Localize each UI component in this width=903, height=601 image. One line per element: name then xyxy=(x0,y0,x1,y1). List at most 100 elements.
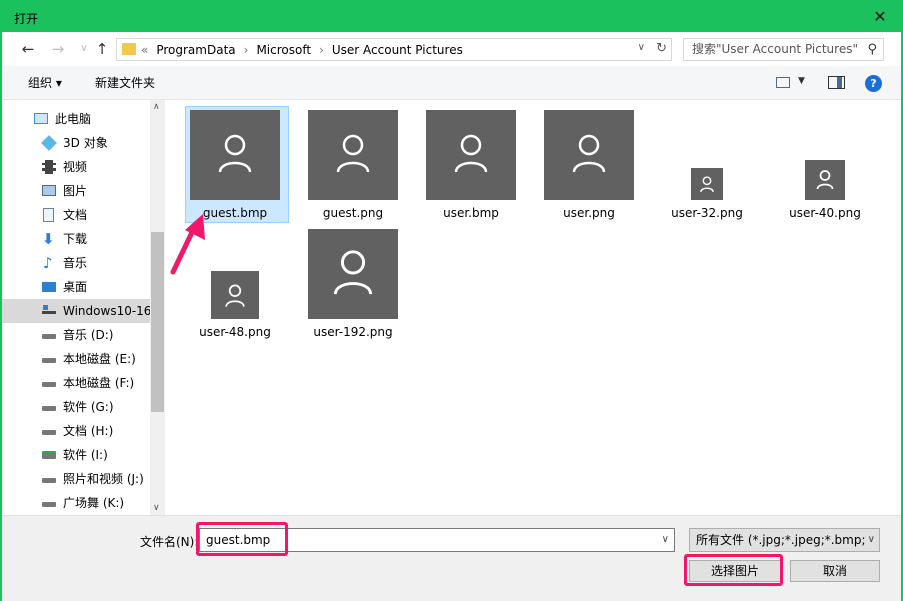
chevron-down-icon[interactable]: ∨ xyxy=(638,42,645,53)
file-item-user-192[interactable]: user-192.png xyxy=(308,229,398,339)
file-item-guest-png[interactable]: guest.png xyxy=(308,110,398,220)
sidebar-item-windows10-16[interactable]: Windows10-16 xyxy=(2,299,152,323)
file-name: user-32.png xyxy=(671,206,743,220)
sidebar-item-drive-j[interactable]: 照片和视频 (J:) xyxy=(2,467,150,491)
sidebar-item-label: 文档 (H:) xyxy=(63,424,114,438)
address-bar[interactable]: « ProgramData › Microsoft › User Account… xyxy=(116,38,672,61)
window-title: 打开 xyxy=(14,12,39,26)
sidebar-item-video[interactable]: 视频 xyxy=(2,155,150,179)
sidebar-item-label: 视频 xyxy=(63,160,88,174)
sidebar-item-3d-objects[interactable]: 3D 对象 xyxy=(2,131,150,155)
view-options-icon[interactable] xyxy=(776,77,790,88)
sidebar-item-label: 图片 xyxy=(63,184,88,198)
breadcrumb-user-account-pictures[interactable]: User Account Pictures xyxy=(332,42,463,58)
file-item-user-png[interactable]: user.png xyxy=(544,110,634,220)
breadcrumb-microsoft[interactable]: Microsoft xyxy=(256,42,311,58)
crumb-prefix[interactable]: « xyxy=(141,42,148,58)
sidebar-item-drive-f[interactable]: 本地磁盘 (F:) xyxy=(2,371,150,395)
pictures-icon xyxy=(42,185,56,196)
drive-icon xyxy=(42,430,56,435)
file-item-guest-bmp[interactable]: guest.bmp xyxy=(190,110,280,220)
sidebar-item-downloads[interactable]: ⬇ 下载 xyxy=(2,227,150,251)
filename-label: 文件名(N): xyxy=(140,535,199,549)
sidebar-item-label: 软件 (G:) xyxy=(63,400,114,414)
breadcrumb-separator[interactable]: › xyxy=(319,42,324,58)
sidebar-item-drive-d[interactable]: 音乐 (D:) xyxy=(2,323,150,347)
sidebar-item-label: Windows10-16 xyxy=(63,304,152,318)
drive-icon xyxy=(42,382,56,387)
sidebar-item-drive-g[interactable]: 软件 (G:) xyxy=(2,395,150,419)
sidebar-item-this-pc[interactable]: 此电脑 xyxy=(2,107,150,131)
sidebar-item-documents[interactable]: 文档 xyxy=(2,203,150,227)
desktop-icon xyxy=(42,282,56,292)
filetype-value[interactable]: 所有文件 (*.jpg;*.jpeg;*.bmp;*. xyxy=(696,533,875,547)
organize-button[interactable]: 组织 ▾ xyxy=(28,76,62,90)
preview-pane-icon[interactable] xyxy=(828,76,845,89)
user-icon xyxy=(333,250,373,295)
documents-icon xyxy=(43,208,54,222)
user-icon xyxy=(700,176,714,193)
refresh-icon[interactable]: ↻ xyxy=(656,41,667,56)
sidebar-item-music[interactable]: ♪ 音乐 xyxy=(2,251,150,275)
sidebar-item-label: 3D 对象 xyxy=(63,136,108,150)
video-icon xyxy=(42,160,56,174)
open-dialog: 打开 ✕ ← → ∨ ↑ « ProgramData › Microsoft ›… xyxy=(0,0,903,601)
breadcrumb-programdata[interactable]: ProgramData xyxy=(156,42,235,58)
thumbnail xyxy=(308,110,398,200)
thumbnail xyxy=(190,110,280,200)
new-folder-button[interactable]: 新建文件夹 xyxy=(95,76,155,90)
drive-icon xyxy=(42,478,56,483)
sidebar-item-label: 照片和视频 (J:) xyxy=(63,472,144,486)
dialog-footer: 文件名(N): guest.bmp ∨ 所有文件 (*.jpg;*.jpeg;*… xyxy=(2,515,901,601)
back-button[interactable]: ← xyxy=(18,40,38,58)
user-icon xyxy=(454,134,488,173)
annotation-highlight-ok xyxy=(684,554,783,586)
sidebar-item-drive-e[interactable]: 本地磁盘 (E:) xyxy=(2,347,150,371)
file-item-user-32[interactable]: user-32.png xyxy=(671,168,743,220)
search-box[interactable]: 搜索"User Account Pictures" ⚲ xyxy=(683,38,884,61)
thumbnail xyxy=(308,229,398,319)
thumbnail xyxy=(805,160,845,200)
sidebar-item-label: 文档 xyxy=(63,208,88,222)
scrollbar-thumb[interactable] xyxy=(151,232,164,412)
folder-icon xyxy=(122,43,136,55)
recent-locations-icon[interactable]: ∨ xyxy=(74,40,94,58)
chevron-down-icon[interactable]: ▼ xyxy=(798,76,805,86)
sidebar-item-pictures[interactable]: 图片 xyxy=(2,179,150,203)
sidebar-item-label: 音乐 (D:) xyxy=(63,328,114,342)
file-name: user.bmp xyxy=(443,206,499,220)
pc-icon xyxy=(34,113,48,124)
filetype-select[interactable]: 所有文件 (*.jpg;*.jpeg;*.bmp;*. ∨ xyxy=(689,528,880,552)
file-item-user-bmp[interactable]: user.bmp xyxy=(426,110,516,220)
forward-button[interactable]: → xyxy=(48,40,68,58)
file-item-user-48[interactable]: user-48.png xyxy=(199,271,271,339)
command-bar: 组织 ▾ 新建文件夹 ▼ ? xyxy=(2,66,901,100)
chevron-down-icon[interactable]: ∨ xyxy=(662,529,669,551)
sidebar-item-desktop[interactable]: 桌面 xyxy=(2,275,150,299)
user-icon xyxy=(218,134,252,173)
scroll-up-icon[interactable]: ∧ xyxy=(153,102,160,112)
close-button[interactable]: ✕ xyxy=(863,4,897,30)
file-name: user-48.png xyxy=(199,325,271,339)
user-icon xyxy=(572,134,606,173)
chevron-down-icon[interactable]: ∨ xyxy=(865,529,875,551)
music-icon: ♪ xyxy=(43,254,53,272)
sidebar-item-label: 此电脑 xyxy=(55,112,92,126)
cancel-button[interactable]: 取消 xyxy=(790,560,880,582)
up-button[interactable]: ↑ xyxy=(92,40,112,58)
file-name: user-40.png xyxy=(789,206,861,220)
search-input[interactable]: 搜索"User Account Pictures" xyxy=(692,42,858,56)
scroll-down-icon[interactable]: ∨ xyxy=(153,503,160,513)
drive-icon xyxy=(42,406,56,411)
sidebar-item-label: 桌面 xyxy=(63,280,88,294)
sidebar-item-drive-i[interactable]: 软件 (I:) xyxy=(2,443,150,467)
help-icon[interactable]: ? xyxy=(865,75,882,92)
file-name: guest.png xyxy=(322,206,384,220)
sidebar-item-drive-k[interactable]: 广场舞 (K:) xyxy=(2,491,150,515)
sidebar-item-drive-h[interactable]: 文档 (H:) xyxy=(2,419,150,443)
sidebar-scrollbar[interactable]: ∧ ∨ xyxy=(150,100,165,515)
search-icon[interactable]: ⚲ xyxy=(867,39,877,60)
file-item-user-40[interactable]: user-40.png xyxy=(789,160,861,220)
breadcrumb-separator[interactable]: › xyxy=(244,42,249,58)
drive-icon xyxy=(42,502,56,507)
